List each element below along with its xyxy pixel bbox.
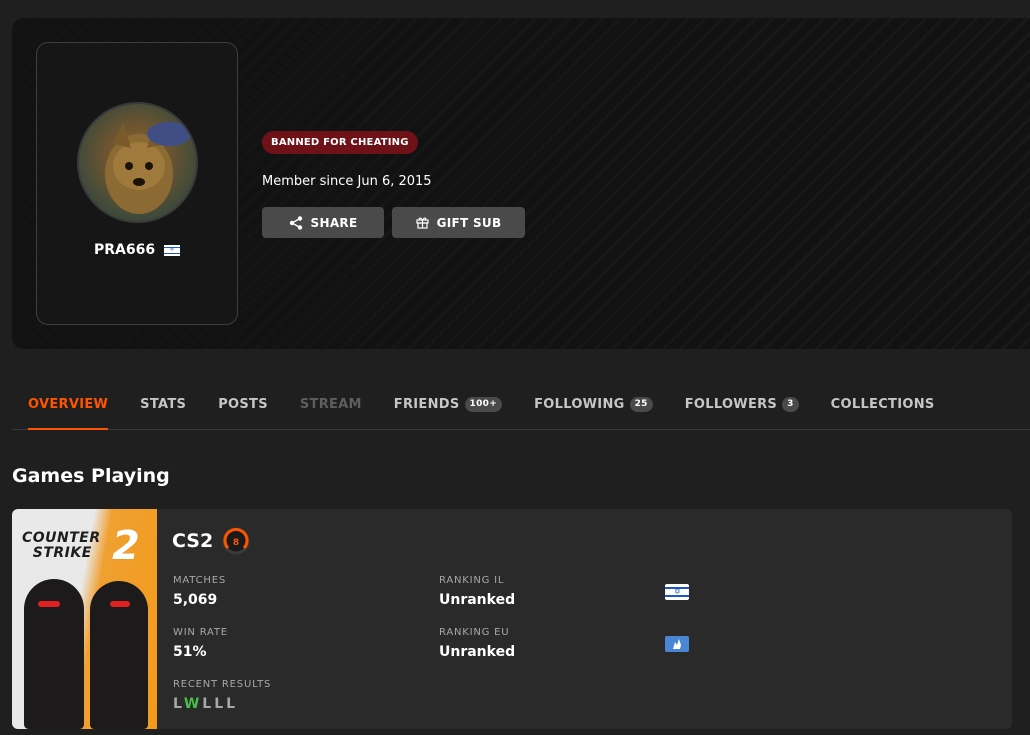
followers-count-badge: 3 [782, 397, 799, 412]
username-row: PRA666 ✡ [37, 242, 237, 258]
faceit-level-icon: 8 [222, 527, 250, 555]
europe-map-icon [673, 639, 681, 649]
game-card-cs2[interactable]: COUNTER STRIKE 2 CS2 8 MATCHES 5,069 WIN… [12, 509, 1012, 729]
tab-overview[interactable]: OVERVIEW [28, 380, 109, 430]
share-icon [289, 215, 302, 230]
games-playing-heading: Games Playing [12, 465, 170, 487]
matches-value: 5,069 [173, 592, 218, 608]
recent-results: LWLLL [173, 696, 238, 712]
tab-label: FOLLOWERS [684, 397, 778, 412]
ranking-eu-label: RANKING EU [439, 627, 510, 638]
result-loss: L [226, 696, 239, 712]
recent-results-label: RECENT RESULTS [173, 679, 272, 690]
ranking-eu-value: Unranked [439, 644, 516, 660]
europe-region-icon [665, 636, 689, 652]
matches-label: MATCHES [173, 575, 226, 586]
ranking-il-label: RANKING IL [439, 575, 505, 586]
tab-label: STATS [140, 397, 187, 412]
avatar[interactable] [77, 102, 198, 223]
tab-label: COLLECTIONS [830, 397, 935, 412]
username: PRA666 [94, 242, 156, 258]
israel-flag-icon: ✡ [163, 244, 180, 256]
profile-info: BANNED FOR CHEATING Member since Jun 6, … [262, 130, 525, 238]
cover-line2: STRIKE [32, 545, 92, 561]
profile-tabs: OVERVIEW STATS POSTS STREAM FRIENDS 100+ … [12, 380, 1030, 430]
profile-actions: SHARE GIFT SUB [262, 207, 525, 238]
friends-count-badge: 100+ [464, 397, 503, 412]
win-rate-label: WIN RATE [173, 627, 228, 638]
ranking-il-value: Unranked [439, 592, 516, 608]
tab-collections[interactable]: COLLECTIONS [831, 380, 935, 430]
tab-friends[interactable]: FRIENDS 100+ [393, 380, 503, 430]
cover-title: COUNTER STRIKE [22, 531, 101, 561]
result-loss: L [173, 696, 184, 712]
cover-number: 2 [112, 523, 140, 569]
share-button[interactable]: SHARE [262, 207, 384, 238]
following-count-badge: 25 [629, 397, 653, 412]
result-loss: L [214, 696, 227, 712]
tab-label: OVERVIEW [28, 397, 109, 412]
gift-icon [415, 217, 429, 229]
israel-flag-icon: ✡ [665, 584, 689, 600]
tab-label: FOLLOWING [534, 397, 625, 412]
cs2-cover-image[interactable]: COUNTER STRIKE 2 [12, 509, 157, 729]
level-number: 8 [233, 538, 239, 548]
banned-badge: BANNED FOR CHEATING [262, 131, 418, 154]
profile-hero-banner: PRA666 ✡ BANNED FOR CHEATING Member sinc… [12, 18, 1030, 349]
member-since: Member since Jun 6, 2015 [262, 174, 432, 189]
tab-stream: STREAM [300, 380, 362, 430]
gift-sub-button[interactable]: GIFT SUB [392, 207, 525, 238]
win-rate-value: 51% [173, 644, 207, 660]
result-win: W [183, 696, 203, 712]
tab-label: FRIENDS [393, 397, 460, 412]
profile-card: PRA666 ✡ [36, 42, 238, 325]
tab-stats[interactable]: STATS [140, 380, 186, 430]
result-loss: L [202, 696, 215, 712]
game-name: CS2 [172, 530, 214, 552]
tab-posts[interactable]: POSTS [218, 380, 268, 430]
dog-avatar-image [105, 122, 191, 214]
tab-label: POSTS [218, 397, 268, 412]
tab-followers[interactable]: FOLLOWERS 3 [685, 380, 799, 430]
cover-line1: COUNTER [22, 530, 101, 546]
share-label: SHARE [310, 215, 358, 230]
goggles-icon [110, 601, 130, 607]
tab-label: STREAM [299, 397, 362, 412]
tab-following[interactable]: FOLLOWING 25 [534, 380, 653, 430]
goggles-icon [38, 601, 60, 607]
gift-sub-label: GIFT SUB [436, 215, 502, 230]
